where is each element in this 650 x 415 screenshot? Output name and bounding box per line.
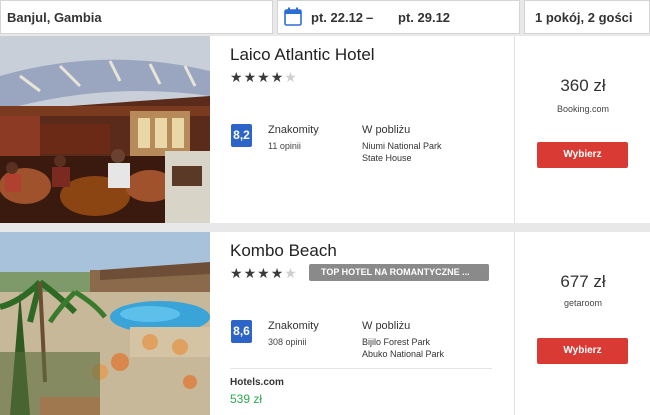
nearby-item: Niumi National Park (362, 141, 442, 151)
alt-provider[interactable]: Hotels.com (230, 377, 284, 388)
star-icon: ★ (270, 265, 285, 281)
check-in-date: pt. 22.12 (311, 10, 364, 25)
star-icon: ★ (284, 69, 298, 85)
nearby-item: Abuko National Park (362, 349, 445, 359)
hotel-photo[interactable] (0, 36, 210, 223)
star-icon: ★ (284, 265, 298, 281)
nearby-label: W pobliżu (362, 320, 411, 332)
star-icon: ★ (257, 69, 271, 85)
hotel-price: 677 zł (560, 272, 606, 291)
price-provider: getaroom (563, 298, 603, 308)
hotel-photo-image (0, 232, 210, 415)
location-field[interactable]: Banjul, Gambia (0, 0, 273, 34)
calendar-icon (284, 7, 302, 26)
select-button[interactable]: Wybierz (537, 142, 628, 168)
hotel-card: Kombo Beach ★★★★★ TOP HOTEL NA ROMANTYCZ… (0, 232, 650, 415)
top-hotel-badge: TOP HOTEL NA ROMANTYCZNE ... (309, 264, 489, 281)
star-icon: ★ (243, 69, 258, 85)
guests-value: 1 pokój, 2 gości (535, 10, 633, 25)
hotel-info: Laico Atlantic Hotel ★★★★★ 8,2 Znakomity… (210, 36, 514, 223)
price-provider: Booking.com (556, 104, 610, 114)
hotel-photo-image (0, 36, 210, 223)
hotel-info: Kombo Beach ★★★★★ TOP HOTEL NA ROMANTYCZ… (210, 232, 514, 415)
star-icon: ★ (230, 265, 244, 281)
price-column: 360 zł Booking.com Wybierz (514, 36, 650, 223)
hotel-price: 360 zł (560, 76, 606, 95)
rating-label: Znakomity (268, 124, 319, 136)
hotel-stars: ★★★★★ (230, 265, 298, 282)
review-count[interactable]: 308 opinii (268, 337, 307, 347)
rating-score-badge: 8,6 (231, 320, 252, 343)
nearby-item: Bijilo Forest Park (362, 337, 431, 347)
nearby-item: State House (362, 153, 412, 163)
guests-field[interactable]: 1 pokój, 2 gości (524, 0, 650, 34)
select-button[interactable]: Wybierz (537, 338, 628, 364)
star-icon: ★ (230, 69, 244, 85)
star-icon: ★ (243, 265, 258, 281)
review-count[interactable]: 11 opinii (268, 141, 301, 151)
price-column: 677 zł getaroom Wybierz (514, 232, 650, 415)
rating-label: Znakomity (268, 320, 319, 332)
hotel-name[interactable]: Kombo Beach (230, 241, 337, 261)
star-icon: ★ (270, 69, 285, 85)
nearby-label: W pobliżu (362, 124, 411, 136)
hotel-card: Laico Atlantic Hotel ★★★★★ 8,2 Znakomity… (0, 36, 650, 223)
star-icon: ★ (257, 265, 271, 281)
search-bar: Banjul, Gambia pt. 22.12 – pt. 29.12 1 p… (0, 0, 650, 36)
hotel-photo[interactable] (0, 232, 210, 415)
hotel-name[interactable]: Laico Atlantic Hotel (230, 45, 375, 65)
check-out-date: pt. 29.12 (398, 10, 451, 25)
dates-field[interactable]: pt. 22.12 – pt. 29.12 (277, 0, 520, 34)
location-value: Banjul, Gambia (7, 10, 102, 25)
alt-price[interactable]: 539 zł (230, 392, 262, 406)
hotel-stars: ★★★★★ (230, 69, 298, 86)
date-separator: – (366, 10, 374, 25)
rating-score-badge: 8,2 (231, 124, 252, 147)
divider (230, 368, 492, 369)
